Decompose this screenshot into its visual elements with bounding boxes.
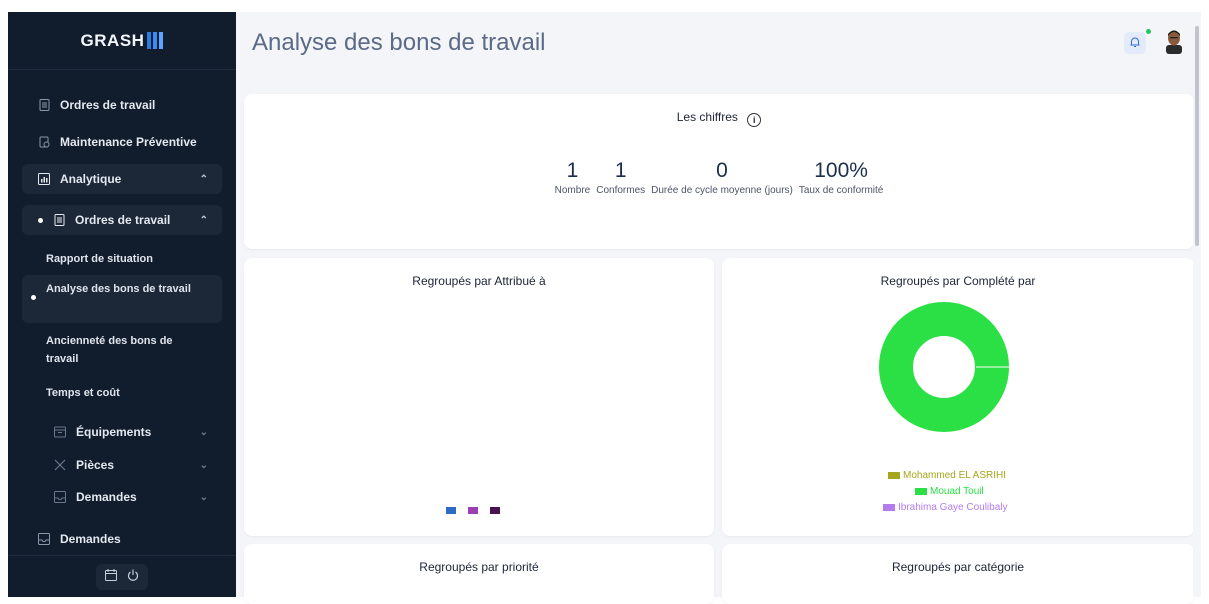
stat-value: 100% [814, 159, 868, 182]
chevron-up-icon: ⌃ [199, 173, 208, 185]
donut-chart[interactable] [879, 302, 1009, 432]
sidebar-subitem-time-and-cost[interactable]: Temps et coût [46, 384, 228, 402]
page-title: Analyse des bons de travail [252, 29, 546, 56]
sidebar-item-label: Équipements [76, 425, 152, 439]
chart-title: Regroupés par Attribué à [412, 274, 546, 288]
legend-swatch [490, 507, 500, 514]
sidebar: GRASH Ordres de travail Maintenance Prév… [8, 12, 236, 597]
sidebar-item-label: Analytique [60, 172, 122, 186]
chevron-down-icon: ⌄ [199, 459, 208, 471]
legend-item[interactable]: Ibrahima Gaye Coulibaly [883, 502, 1008, 513]
chart-card-completed: Regroupés par Complété par Mohammed EL A… [722, 258, 1194, 536]
sidebar-subitem-label: Analyse des bons de travail [46, 283, 191, 295]
stat-compliance-rate: 100% Taux de conformité [799, 159, 884, 196]
chart-title: Regroupés par priorité [419, 560, 539, 574]
inbox-icon [38, 533, 50, 545]
stat-label: Nombre [554, 185, 591, 196]
sidebar-item-label: Maintenance Préventive [60, 135, 197, 149]
summary-card: Les chiffres i 1 Nombre 1 Conformes 0 Du… [244, 94, 1194, 249]
box-icon [54, 426, 66, 438]
scrollbar-thumb[interactable] [1195, 26, 1199, 246]
chart-card-category: Regroupés par catégorie [722, 544, 1194, 604]
chart-title: Regroupés par Complété par [880, 274, 1036, 288]
legend-swatch [446, 507, 456, 514]
sidebar-item-equipment[interactable]: Équipements ⌄ [38, 417, 222, 447]
sidebar-item-label: Demandes [76, 490, 137, 504]
main-content: Analyse des bons de travail Les chiffres [236, 12, 1201, 604]
sidebar-footer-buttons [96, 563, 148, 590]
sidebar-item-preventive-maintenance[interactable]: Maintenance Préventive [22, 127, 222, 157]
stat-label: Durée de cycle moyenne (jours) [651, 185, 793, 196]
stat-compliant: 1 Conformes [596, 159, 645, 196]
stat-value: 1 [566, 159, 579, 182]
sidebar-subitem-work-order-analysis[interactable]: Analyse des bons de travail [31, 280, 206, 300]
sidebar-item-requests[interactable]: Demandes [22, 524, 222, 554]
summary-title-text: Les chiffres [676, 110, 738, 124]
sidebar-item-analytics[interactable]: Analytique ⌃ [22, 164, 222, 194]
document-icon [53, 214, 65, 226]
sidebar-item-parts[interactable]: Pièces ⌄ [38, 450, 222, 480]
legend-label: Ibrahima Gaye Coulibaly [898, 502, 1008, 513]
tools-icon [54, 459, 66, 471]
sidebar-subitem-label: Rapport de situation [46, 253, 153, 265]
summary-title: Les chiffres i [244, 110, 1194, 127]
notification-button[interactable] [1124, 32, 1146, 54]
summary-stats: 1 Nombre 1 Conformes 0 Durée de cycle mo… [244, 159, 1194, 196]
header: Analyse des bons de travail [236, 12, 1201, 74]
sidebar-subitem-label: Ancienneté des bons de travail [46, 335, 173, 365]
stat-value: 0 [716, 159, 728, 182]
stat-value: 1 [614, 159, 627, 182]
chart-card-priority: Regroupés par priorité [244, 544, 714, 604]
stat-label: Taux de conformité [798, 185, 884, 196]
stat-count: 1 Nombre [555, 159, 591, 196]
app-root: GRASH Ordres de travail Maintenance Prév… [0, 12, 1209, 604]
avatar[interactable] [1163, 28, 1185, 54]
sidebar-item-label: Ordres de travail [60, 98, 156, 112]
logo-bars-icon [147, 32, 164, 49]
sidebar-subitem-status-report[interactable]: Rapport de situation [46, 250, 228, 268]
inbox-icon [54, 491, 66, 503]
legend-swatch [883, 504, 895, 511]
alarm-icon [1129, 36, 1141, 51]
calendar-icon[interactable] [105, 569, 117, 584]
chevron-down-icon: ⌄ [199, 491, 208, 503]
sidebar-item-work-orders[interactable]: Ordres de travail [22, 90, 222, 120]
logo[interactable]: GRASH [8, 12, 236, 70]
sidebar-item-requests-analytics[interactable]: Demandes ⌄ [38, 482, 222, 512]
power-icon[interactable] [127, 569, 139, 584]
sidebar-item-label: Demandes [60, 532, 121, 546]
sidebar-item-analytics-work-orders[interactable]: Ordres de travail ⌃ [22, 205, 222, 235]
sidebar-subitem-label: Temps et coût [46, 387, 120, 399]
clipboard-clock-icon [38, 136, 50, 148]
bullet-icon [31, 295, 36, 300]
legend-item[interactable]: Mohammed EL ASRIHI [888, 470, 1006, 481]
chart-card-assigned: Regroupés par Attribué à [244, 258, 714, 536]
sidebar-subitem-work-order-aging[interactable]: Ancienneté des bons de travail [46, 332, 206, 368]
stat-label: Conformes [596, 185, 646, 196]
chevron-down-icon: ⌄ [199, 426, 208, 438]
legend-swatch [888, 472, 900, 479]
logo-text: GRASH [80, 30, 145, 50]
document-icon [38, 99, 50, 111]
stat-cycle-time: 0 Durée de cycle moyenne (jours) [651, 159, 793, 196]
legend-swatch [915, 488, 927, 495]
bullet-icon [38, 217, 43, 223]
notification-dot [1146, 29, 1151, 34]
chevron-up-icon: ⌃ [199, 214, 208, 226]
legend-swatch [468, 507, 478, 514]
legend-label: Mohammed EL ASRIHI [903, 470, 1007, 481]
legend-item[interactable]: Mouad Touil [915, 486, 984, 497]
chart-icon [38, 173, 50, 185]
info-icon[interactable]: i [747, 113, 762, 127]
scrollbar[interactable] [1193, 12, 1201, 597]
legend-label: Mouad Touil [930, 486, 984, 497]
sidebar-footer [8, 555, 236, 597]
sidebar-item-label: Ordres de travail [75, 213, 171, 227]
chart-title: Regroupés par catégorie [891, 560, 1025, 574]
sidebar-item-label: Pièces [76, 458, 115, 472]
